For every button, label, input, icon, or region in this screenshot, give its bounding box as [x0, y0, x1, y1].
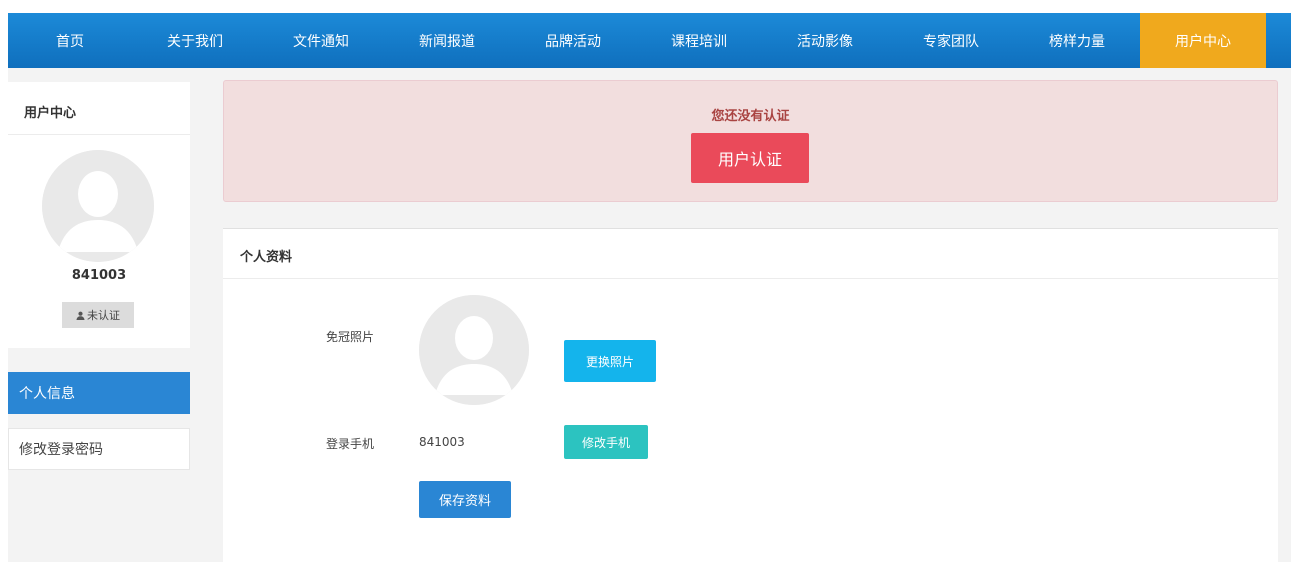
nav-item-training[interactable]: 课程培训	[636, 13, 762, 68]
verify-user-button[interactable]: 用户认证	[691, 133, 809, 183]
sidebar-item-personal-info[interactable]: 个人信息	[8, 372, 190, 414]
photo-placeholder-icon	[419, 295, 529, 405]
nav-item-news[interactable]: 新闻报道	[384, 13, 510, 68]
sidebar-profile-card: 用户中心 841003 未认证	[8, 82, 190, 348]
nav-item-role-models[interactable]: 榜样力量	[1014, 13, 1140, 68]
change-photo-button[interactable]: 更换照片	[564, 340, 656, 382]
sidebar-title: 用户中心	[8, 82, 190, 135]
phone-value: 841003	[419, 435, 465, 449]
status-badge-label: 未认证	[87, 309, 120, 322]
nav-item-home[interactable]: 首页	[8, 13, 132, 68]
user-id: 841003	[71, 268, 127, 283]
change-phone-button[interactable]: 修改手机	[564, 425, 648, 459]
alert-message: 您还没有认证	[711, 109, 790, 124]
profile-photo	[419, 295, 529, 405]
nav-item-user-center[interactable]: 用户中心	[1140, 13, 1266, 68]
verification-alert: 您还没有认证 用户认证	[223, 80, 1278, 202]
avatar-placeholder-icon	[42, 150, 154, 262]
user-icon	[76, 311, 85, 320]
nav-item-gallery[interactable]: 活动影像	[762, 13, 888, 68]
save-profile-button[interactable]: 保存资料	[419, 481, 511, 518]
photo-label: 免冠照片	[326, 330, 375, 344]
sidebar-item-change-password[interactable]: 修改登录密码	[8, 428, 190, 470]
status-badge: 未认证	[62, 302, 134, 328]
phone-label: 登录手机	[326, 437, 375, 451]
nav-item-brand-events[interactable]: 品牌活动	[510, 13, 636, 68]
profile-panel: 个人资料 免冠照片 更换照片 登录手机 841003 修改手机 保存资料	[223, 228, 1278, 562]
avatar	[42, 150, 154, 262]
nav-item-experts[interactable]: 专家团队	[888, 13, 1014, 68]
nav-item-notices[interactable]: 文件通知	[258, 13, 384, 68]
main-nav: 首页 关于我们 文件通知 新闻报道 品牌活动 课程培训 活动影像 专家团队 榜样…	[8, 13, 1291, 68]
top-strip	[0, 0, 1291, 13]
nav-filler	[1266, 13, 1291, 68]
nav-item-about[interactable]: 关于我们	[132, 13, 258, 68]
panel-title: 个人资料	[223, 229, 1278, 279]
